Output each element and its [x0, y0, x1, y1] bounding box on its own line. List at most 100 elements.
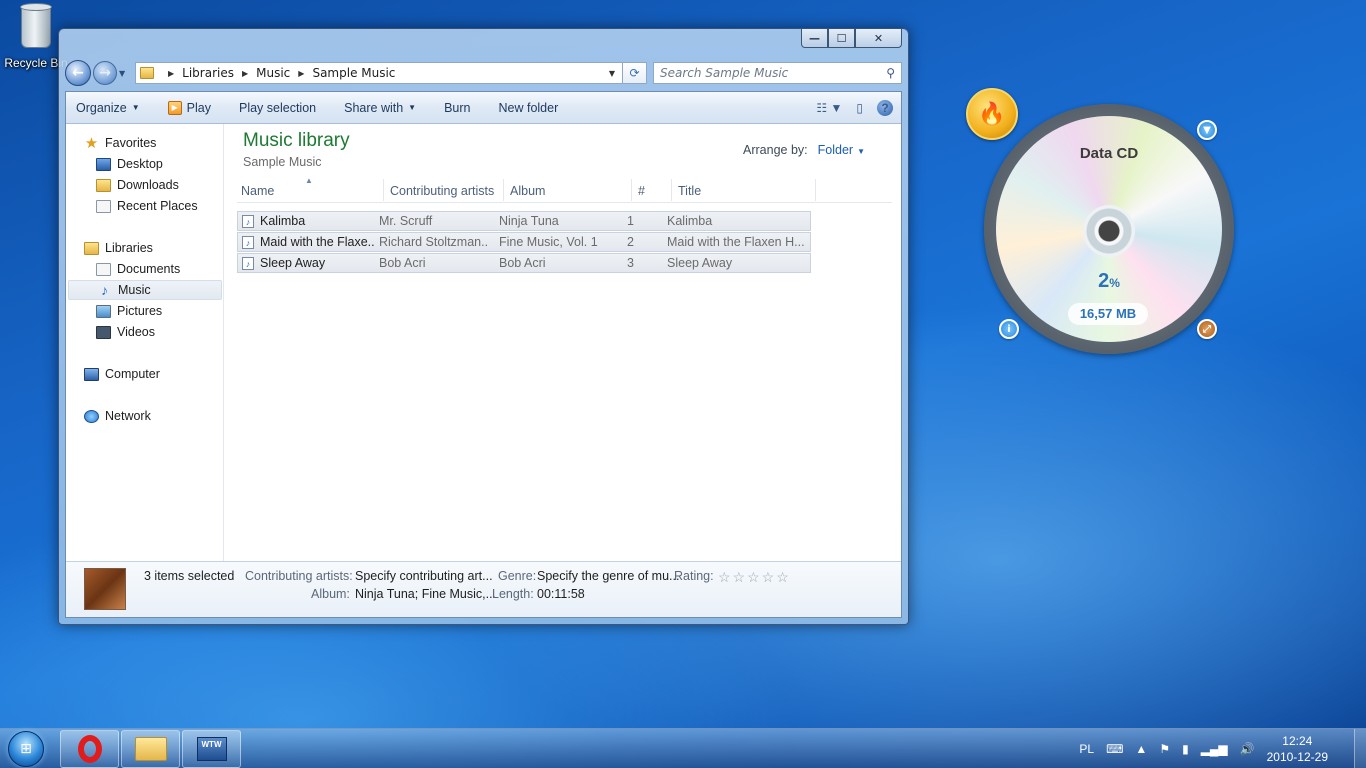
- column-divider[interactable]: [383, 179, 384, 201]
- search-placeholder: Search Sample Music: [660, 66, 789, 80]
- burn-flame-icon[interactable]: 🔥: [966, 88, 1018, 140]
- info-icon[interactable]: i: [999, 319, 1019, 339]
- cell-track-number: 3: [627, 256, 634, 270]
- clock[interactable]: 12:24 2010-12-29: [1267, 733, 1328, 765]
- show-hidden-icons[interactable]: ▲: [1135, 742, 1147, 756]
- column-divider[interactable]: [631, 179, 632, 201]
- breadcrumb-music[interactable]: Music: [256, 66, 290, 80]
- cell-name: Kalimba: [260, 214, 306, 228]
- search-input[interactable]: Search Sample Music ⚲: [653, 62, 902, 84]
- chevron-right-icon[interactable]: ▶: [168, 69, 174, 78]
- back-button[interactable]: ←: [65, 60, 91, 86]
- address-dropdown-icon[interactable]: ▼: [602, 69, 622, 78]
- cell-artists: Bob Acri: [379, 256, 426, 270]
- nav-videos[interactable]: Videos: [96, 322, 155, 342]
- nav-computer-label: Computer: [105, 367, 160, 381]
- cell-artists: Richard Stoltzman...: [379, 235, 489, 249]
- column-divider[interactable]: [671, 179, 672, 201]
- column-contributing-artists[interactable]: Contributing artists: [390, 184, 494, 198]
- table-row[interactable]: ♪ Maid with the Flaxe... Richard Stoltzm…: [237, 232, 811, 252]
- artists-field[interactable]: Specify contributing art...: [355, 569, 493, 583]
- language-indicator[interactable]: PL: [1079, 742, 1094, 756]
- clock-time: 12:24: [1282, 734, 1313, 748]
- expand-icon[interactable]: ⤢: [1197, 319, 1217, 339]
- nav-desktop-label: Desktop: [117, 157, 163, 171]
- breadcrumb-sample-music[interactable]: Sample Music: [312, 66, 395, 80]
- recent-pages-dropdown[interactable]: ▼: [119, 69, 129, 78]
- dropdown-icon[interactable]: ▼: [1197, 120, 1217, 140]
- taskbar-wtw[interactable]: WTW: [182, 730, 241, 768]
- share-with-label: Share with: [344, 100, 404, 115]
- arrange-by-dropdown[interactable]: Folder: [818, 143, 853, 157]
- minimize-button[interactable]: —: [801, 29, 828, 48]
- keyboard-icon[interactable]: ⌨: [1106, 742, 1123, 756]
- forward-button[interactable]: →: [93, 61, 117, 85]
- gadget-title: Data CD: [1079, 145, 1139, 162]
- nav-downloads[interactable]: Downloads: [96, 175, 179, 195]
- cell-title: Sleep Away: [667, 256, 733, 270]
- share-with-button[interactable]: Share with ▼: [344, 101, 416, 115]
- opera-icon: [77, 735, 102, 763]
- music-file-icon: ♪: [242, 257, 254, 270]
- folder-icon: [140, 67, 154, 79]
- windows-logo-icon: ⊞: [8, 731, 44, 767]
- change-view-icon[interactable]: ☷ ▼: [816, 101, 842, 115]
- refresh-button[interactable]: ⟳: [623, 62, 647, 84]
- view-controls: ☷ ▼ ▯ ?: [816, 99, 901, 116]
- genre-field[interactable]: Specify the genre of mu...: [537, 569, 679, 583]
- nav-computer[interactable]: Computer: [84, 364, 160, 384]
- usb-device-icon[interactable]: ▮: [1182, 742, 1189, 756]
- nav-music[interactable]: ♪ Music: [68, 280, 222, 300]
- search-icon[interactable]: ⚲: [886, 66, 895, 80]
- downloads-folder-icon: [96, 178, 111, 192]
- explorer-folder-icon: [134, 737, 167, 761]
- preview-pane-icon[interactable]: ▯: [856, 101, 863, 115]
- nav-network-label: Network: [105, 409, 151, 423]
- start-button[interactable]: ⊞: [4, 730, 48, 768]
- nav-pictures[interactable]: Pictures: [96, 301, 162, 321]
- chevron-right-icon[interactable]: ▶: [298, 69, 304, 78]
- table-row[interactable]: ♪ Kalimba Mr. Scruff Ninja Tuna 1 Kalimb…: [237, 211, 811, 231]
- chevron-down-icon[interactable]: ▼: [857, 147, 865, 156]
- new-folder-button[interactable]: New folder: [499, 101, 559, 115]
- column-track-number[interactable]: #: [638, 184, 645, 198]
- nav-network[interactable]: Network: [84, 406, 151, 426]
- taskbar-explorer[interactable]: [121, 730, 180, 768]
- column-divider[interactable]: [503, 179, 504, 201]
- nav-desktop[interactable]: Desktop: [96, 154, 163, 174]
- nav-favorites[interactable]: ★ Favorites: [84, 133, 157, 153]
- taskbar-opera[interactable]: [60, 730, 119, 768]
- help-icon[interactable]: ?: [877, 99, 893, 116]
- chevron-right-icon[interactable]: ▶: [242, 69, 248, 78]
- action-center-icon[interactable]: ⚑: [1159, 742, 1170, 756]
- signal-icon[interactable]: ▂▄▆: [1201, 742, 1228, 756]
- desktop-icon: [96, 157, 111, 171]
- nav-recent-places[interactable]: Recent Places: [96, 196, 198, 216]
- nav-libraries[interactable]: Libraries: [84, 238, 153, 258]
- music-file-icon: ♪: [242, 215, 254, 228]
- nav-documents[interactable]: Documents: [96, 259, 180, 279]
- address-bar[interactable]: ▶ Libraries ▶ Music ▶ Sample Music ▼: [135, 62, 623, 84]
- length-label: Length:: [492, 587, 534, 601]
- maximize-button[interactable]: ☐: [828, 29, 855, 48]
- column-title[interactable]: Title: [678, 184, 701, 198]
- volume-icon[interactable]: 🔊: [1240, 742, 1255, 756]
- column-album[interactable]: Album: [510, 184, 545, 198]
- organize-button[interactable]: Organize ▼: [76, 101, 140, 115]
- breadcrumb-libraries[interactable]: Libraries: [182, 66, 234, 80]
- caption-buttons: — ☐ ✕: [801, 29, 902, 48]
- column-divider[interactable]: [815, 179, 816, 201]
- close-button[interactable]: ✕: [855, 29, 902, 48]
- rating-label: Rating:: [674, 569, 714, 583]
- album-field[interactable]: Ninja Tuna; Fine Music,...: [355, 587, 496, 601]
- burn-button[interactable]: Burn: [444, 101, 470, 115]
- play-button[interactable]: ▶ Play: [167, 100, 211, 115]
- table-row[interactable]: ♪ Sleep Away Bob Acri Bob Acri 3 Sleep A…: [237, 253, 811, 273]
- play-selection-button[interactable]: Play selection: [239, 101, 316, 115]
- rating-stars[interactable]: ☆☆☆☆☆: [718, 569, 791, 586]
- pictures-icon: [96, 304, 111, 318]
- show-desktop-button[interactable]: [1354, 729, 1366, 768]
- genre-label: Genre:: [498, 569, 537, 583]
- gadget-size: 16,57 MB: [1068, 303, 1148, 325]
- column-name[interactable]: Name: [241, 184, 274, 198]
